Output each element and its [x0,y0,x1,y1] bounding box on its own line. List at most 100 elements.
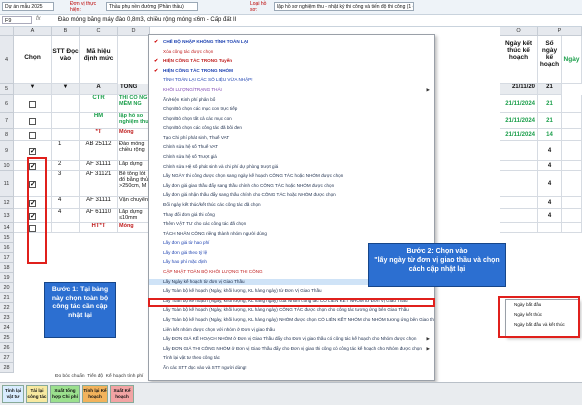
context-menu-item[interactable]: Thêm VẬT TƯ cho các công tác đã chọn [149,221,434,228]
row-header[interactable]: 9 [0,141,14,161]
col-header-b[interactable]: B [52,27,80,36]
task-name-cell: Lắp dựng [118,161,150,171]
context-menu-item[interactable]: Chọn/Bỏ chọn các mục con trực tiếp [149,106,434,113]
context-menu-item[interactable]: Lấy đơn giá nhận thầu đẩy sang thầu chín… [149,192,434,199]
project-select[interactable]: Dự án mẫu 2025 [2,2,54,11]
row-header[interactable]: 27 [0,353,14,363]
formula-input[interactable]: Đào móng bằng máy đào 0,8m3, chiều rộng … [58,16,578,24]
context-menu-item[interactable]: Chỉnh sửa Hệ số phát sinh và chi phí dự … [149,164,434,171]
reload-tasks-button[interactable]: Tải lại công tác [26,385,48,403]
col-header-a[interactable]: A [14,27,52,36]
header-stt: STT Đọc vào [52,36,80,84]
task-name-cell: Móng [118,129,150,141]
context-menu-item[interactable]: Chọn/Bỏ chọn các công tác đã bôi đen [149,125,434,132]
context-menu-item[interactable]: Thay đổi đơn giá thi công [149,212,434,219]
context-menu-item-label: Chọn/Bỏ chọn các mục con trực tiếp [163,106,238,112]
row-header[interactable]: 14 [0,223,14,233]
context-menu-item[interactable]: Lấy ĐƠN GIÁ KẾ HOẠCH NHÓM ở Đơn vị Giao … [149,336,434,343]
end-date-cell [500,171,538,197]
context-menu-item[interactable]: ✔ CHẾ ĐỘ NHẬP KHỐNG TÍNH TOÁN LẠI [149,39,434,46]
select-checkbox[interactable]: ✓ [29,147,36,155]
export-cost-summary-button[interactable]: Xuất tổng hợp Chi phí [50,385,80,403]
chon-cell[interactable] [14,95,52,113]
context-menu-item[interactable]: Lấy đơn giá giao thầu đẩy sang thầu chín… [149,183,434,190]
row-header[interactable]: 17 [0,253,14,263]
context-menu-item[interactable]: TÁCH NHÂN CÔNG riêng thành nhóm người dù… [149,231,434,238]
select-checkbox[interactable] [29,131,36,139]
context-menu-item[interactable]: Chọn/Bỏ chọn tất cả các mục con [149,116,434,123]
chon-cell[interactable] [14,113,52,129]
row-header[interactable]: 5 [0,84,14,95]
col-header-p[interactable]: P [538,27,582,36]
task-name-cell: Lắp dựng ≤10mm [118,209,150,223]
ma-hieu-cell: AF 31111 [80,161,118,171]
sheet-tab-tien-do[interactable]: Tiến độ [87,374,103,379]
context-menu-item[interactable]: Lấy Toàn bộ kế hoạch (Ngày, khối lượng, … [149,288,434,295]
row-header[interactable]: 13 [0,209,14,223]
context-menu-item[interactable]: TÍNH TOÁN LẠI CÁC SỐ LIỆU VỪA NHẬP! [149,77,434,84]
select-checkbox[interactable] [29,117,36,125]
row-header[interactable]: 19 [0,273,14,283]
row-header[interactable]: 22 [0,303,14,313]
context-menu-item[interactable]: Liên kết nhóm được chọn với nhóm ở Đơn v… [149,327,434,334]
doc-type-select[interactable]: lập hồ sơ nghiệm thu - nhật ký thi công … [274,2,414,11]
chon-cell[interactable] [14,129,52,141]
context-menu-item[interactable]: Chỉnh sửa hệ số Trượt giá [149,154,434,161]
row-header[interactable]: 8 [0,129,14,141]
row-header[interactable]: 18 [0,263,14,273]
context-menu-item[interactable]: Lấy NGÀY thi công được chọn sang ngày kế… [149,173,434,180]
corner-cell[interactable] [0,27,14,36]
chevron-right-icon: ▶ [426,86,430,92]
row-header[interactable]: 10 [0,161,14,171]
row-header[interactable]: 6 [0,95,14,113]
context-menu-item[interactable]: ✔ HIỆN CÔNG TÁC TRONG NHÓM [149,68,434,75]
context-menu-item-label: Đổi ngày kết thúc/kết thúc các công tác … [163,201,261,207]
checkmark-icon: ✔ [154,67,159,74]
step2-line1: Bước 2: Chọn vào [406,248,468,255]
context-menu-item[interactable]: KHỐI LƯỢNG/TRẠNG THÁI ▶ [149,87,434,94]
export-plan-button[interactable]: Xuất Kế hoạch [110,385,134,403]
row-header[interactable]: 15 [0,233,14,243]
context-menu-item[interactable]: Xóa công tác được chọn [149,49,434,56]
col-header-d[interactable]: D [118,27,150,36]
context-menu-item[interactable]: Lấy Toàn bộ kế hoạch (Ngày, khối lượng, … [149,317,434,324]
context-menu-item[interactable]: Lấy Toàn bộ kế hoạch (Ngày, khối lượng, … [149,307,434,314]
filter-cell[interactable]: A [80,84,118,95]
row-header[interactable]: 26 [0,343,14,353]
end-date-cell [500,223,538,233]
stt-cell [52,95,80,113]
select-checkbox[interactable] [29,100,36,108]
context-menu-item[interactable]: Ẩn các STT đọc vào và STT người dùng! [149,365,434,372]
context-menu-item[interactable]: ✔ HIỆN CÔNG TÁC TRONG Tuyến [149,58,434,65]
context-menu-item[interactable]: Ẩn/Hiện Kinh phí phân bổ [149,97,434,104]
col-header-c[interactable]: C [80,27,118,36]
sheet-tab-ke-hoach[interactable]: Kế hoạch tính phí [106,374,144,379]
sheet-tab-do-boc[interactable]: Đo bóc chuẩn [55,374,85,379]
filter-cell[interactable]: ▼ [14,84,52,95]
context-menu-item[interactable]: Đổi ngày kết thúc/kết thúc các công tác … [149,202,434,209]
row-header[interactable]: 4 [0,36,14,84]
recalc-materials-button[interactable]: Tính lại vật tư [2,385,24,403]
context-menu-item[interactable]: Lấy ĐƠN GIÁ THI CÔNG NHÓM ở Đơn vị Giao … [149,346,434,353]
row-header[interactable]: 25 [0,333,14,343]
filter-cell[interactable]: ▼ [52,84,80,95]
context-menu-item[interactable]: Chỉnh sửa hệ số Thuế VAT [149,144,434,151]
col-header-o[interactable]: O [500,27,538,36]
row-header[interactable]: 23 [0,313,14,323]
row-header[interactable]: 20 [0,283,14,293]
row-header[interactable]: 24 [0,323,14,333]
context-menu-item[interactable]: Tạo Chi phí phát sinh, Thuế VAT [149,135,434,142]
row-header[interactable]: 28 [0,363,14,373]
context-menu-item-label: Liên kết nhóm được chọn với nhóm ở Đơn v… [163,326,275,332]
row-header[interactable]: 7 [0,113,14,129]
context-menu-item[interactable]: Tính lại vật tư theo công tác [149,355,434,362]
row-header[interactable]: 12 [0,197,14,209]
context-menu-item-label: Chỉnh sửa hệ số Thuế VAT [163,144,218,150]
recalc-plan-button[interactable]: Tính lại Kế hoạch [82,385,108,403]
context-menu-item-label: Lấy Toàn bộ kế hoạch (Ngày, khối lượng, … [163,288,322,294]
row-header[interactable]: 11 [0,171,14,197]
name-box[interactable]: F9 [2,16,32,24]
row-header[interactable]: 21 [0,293,14,303]
unit-select[interactable]: Thầu phụ nền đường (Phần thầu) [106,2,198,11]
row-header[interactable]: 16 [0,243,14,253]
